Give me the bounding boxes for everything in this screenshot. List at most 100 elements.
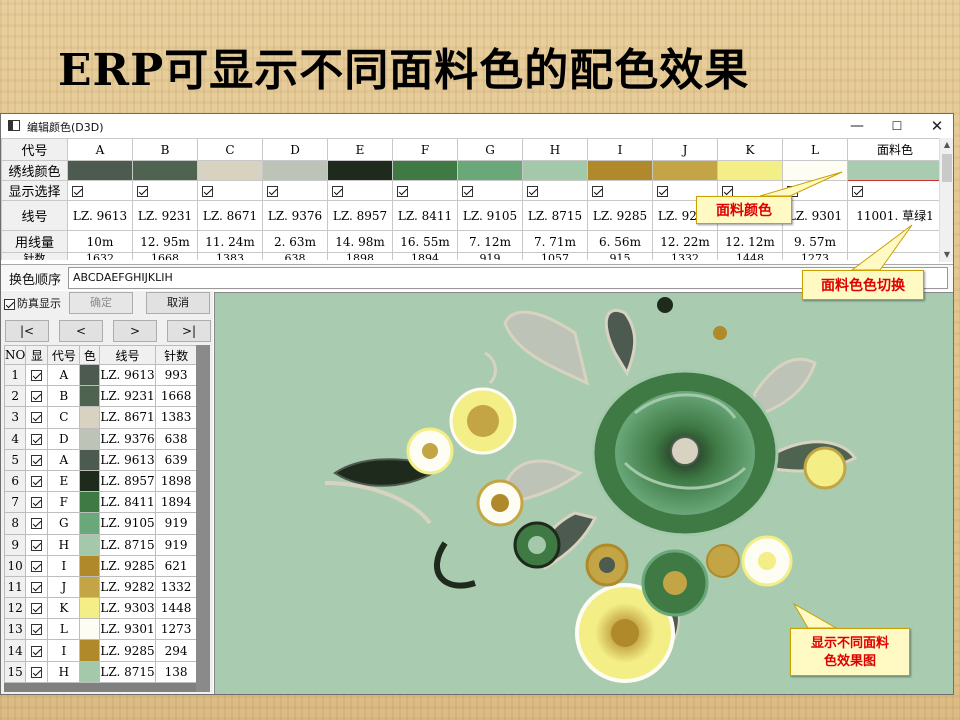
grid-show-checkbox-cell[interactable]: [522, 180, 588, 201]
nav-prev-button[interactable]: <: [59, 320, 103, 342]
table-row[interactable]: 14 I LZ. 9285 294: [3, 639, 198, 662]
checkbox-checked-icon[interactable]: [657, 185, 668, 197]
checkbox-checked-icon[interactable]: [31, 581, 43, 593]
row-show-checkbox-cell[interactable]: [25, 406, 49, 429]
row-show-checkbox-cell[interactable]: [25, 491, 49, 514]
checkbox-checked-icon[interactable]: [787, 185, 798, 197]
table-row[interactable]: 13 L LZ. 9301 1273: [3, 618, 198, 641]
checkbox-checked-icon[interactable]: [31, 391, 43, 403]
maximize-button[interactable]: ☐: [877, 116, 917, 136]
row-color-swatch[interactable]: [79, 469, 101, 493]
checkbox-checked-icon[interactable]: [462, 185, 473, 197]
table-row[interactable]: 3 C LZ. 8671 1383: [3, 406, 198, 429]
grid-thread-cell[interactable]: LZ. 9105: [457, 200, 523, 231]
table-row[interactable]: 2 B LZ. 9231 1668: [3, 385, 198, 408]
simulate-display-checkbox[interactable]: 防真显示: [4, 295, 61, 311]
grid-color-swatch[interactable]: [522, 160, 588, 181]
grid-color-swatch[interactable]: [782, 160, 848, 181]
row-color-swatch[interactable]: [79, 448, 101, 471]
nav-next-button[interactable]: >: [113, 320, 157, 342]
grid-color-swatch[interactable]: [392, 160, 458, 181]
grid-thread-cell[interactable]: LZ. 9231: [132, 200, 198, 231]
row-show-checkbox-cell[interactable]: [25, 639, 49, 662]
row-color-swatch[interactable]: [79, 554, 101, 577]
checkbox-checked-icon[interactable]: [397, 185, 408, 197]
row-show-checkbox-cell[interactable]: [25, 597, 49, 620]
row-show-checkbox-cell[interactable]: [25, 512, 49, 535]
checkbox-checked-icon[interactable]: [137, 185, 148, 197]
row-show-checkbox-cell[interactable]: [25, 385, 49, 408]
checkbox-checked-icon[interactable]: [31, 603, 43, 615]
checkbox-checked-icon[interactable]: [72, 185, 83, 197]
table-row[interactable]: 15 H LZ. 8715 138: [3, 660, 198, 683]
row-show-checkbox-cell[interactable]: [25, 448, 49, 471]
grid-thread-cell[interactable]: LZ. 9301: [782, 200, 848, 231]
checkbox-checked-icon[interactable]: [202, 185, 213, 197]
row-show-checkbox-cell[interactable]: [25, 554, 49, 577]
grid-show-checkbox-cell[interactable]: [132, 180, 198, 201]
checkbox-checked-icon[interactable]: [31, 624, 43, 636]
table-row[interactable]: 9 H LZ. 8715 919: [3, 533, 198, 556]
grid-color-swatch[interactable]: [587, 160, 653, 181]
checkbox-checked-icon[interactable]: [31, 454, 43, 466]
grid-show-checkbox-cell[interactable]: [782, 180, 848, 201]
checkbox-checked-icon[interactable]: [31, 412, 43, 424]
minimize-button[interactable]: —: [837, 116, 877, 136]
grid-show-checkbox-cell[interactable]: [457, 180, 523, 201]
grid-thread-cell[interactable]: LZ. 8957: [327, 200, 393, 231]
checkbox-checked-icon[interactable]: [31, 666, 43, 678]
nav-first-button[interactable]: |<: [5, 320, 49, 342]
grid-fabric-color-swatch[interactable]: [847, 160, 943, 181]
grid-thread-cell[interactable]: LZ. 9285: [587, 200, 653, 231]
grid-vertical-scrollbar[interactable]: ▲ ▼: [939, 138, 953, 262]
grid-color-swatch[interactable]: [132, 160, 198, 181]
row-color-swatch[interactable]: [79, 575, 101, 599]
grid-color-swatch[interactable]: [197, 160, 263, 181]
row-color-swatch[interactable]: [79, 363, 101, 387]
grid-thread-cell[interactable]: LZ. 8671: [197, 200, 263, 231]
row-show-checkbox-cell[interactable]: [25, 427, 49, 450]
checkbox-checked-icon[interactable]: [31, 497, 43, 509]
grid-show-checkbox-cell[interactable]: [262, 180, 328, 201]
grid-color-swatch[interactable]: [67, 160, 133, 181]
checkbox-checked-icon[interactable]: [722, 185, 733, 197]
checkbox-checked-icon[interactable]: [852, 185, 863, 197]
checkbox-checked-icon[interactable]: [31, 539, 43, 551]
grid-show-checkbox-cell[interactable]: [587, 180, 653, 201]
checkbox-checked-icon[interactable]: [31, 560, 43, 572]
row-show-checkbox-cell[interactable]: [25, 533, 49, 556]
checkbox-checked-icon[interactable]: [592, 185, 603, 197]
table-row[interactable]: 6 E LZ. 8957 1898: [3, 469, 198, 493]
checkbox-checked-icon[interactable]: [332, 185, 343, 197]
grid-thread-cell[interactable]: LZ. 8715: [522, 200, 588, 231]
row-show-checkbox-cell[interactable]: [25, 660, 49, 683]
row-color-swatch[interactable]: [79, 512, 101, 535]
table-row[interactable]: 11 J LZ. 9282 1332: [3, 575, 198, 599]
table-row[interactable]: 10 I LZ. 9285 621: [3, 554, 198, 577]
checkbox-checked-icon[interactable]: [31, 476, 43, 488]
scroll-down-icon[interactable]: ▼: [940, 248, 954, 262]
ok-button[interactable]: 确定: [69, 292, 133, 314]
grid-thread-cell[interactable]: LZ. 9613: [67, 200, 133, 231]
row-color-swatch[interactable]: [79, 406, 101, 429]
table-row[interactable]: 5 A LZ. 9613 639: [3, 448, 198, 471]
close-button[interactable]: ✕: [917, 116, 957, 136]
row-show-checkbox-cell[interactable]: [25, 469, 49, 493]
grid-fabric-checkbox-cell[interactable]: [847, 180, 943, 201]
grid-show-checkbox-cell[interactable]: [392, 180, 458, 201]
scroll-up-icon[interactable]: ▲: [940, 138, 954, 152]
checkbox-checked-icon[interactable]: [31, 370, 43, 382]
nav-last-button[interactable]: >|: [167, 320, 211, 342]
row-show-checkbox-cell[interactable]: [25, 618, 49, 641]
table-row[interactable]: 1 A LZ. 9613 993: [3, 363, 198, 387]
checkbox-checked-icon[interactable]: [31, 645, 43, 657]
table-row[interactable]: 7 F LZ. 8411 1894: [3, 491, 198, 514]
row-color-swatch[interactable]: [79, 639, 101, 662]
checkbox-checked-icon[interactable]: [527, 185, 538, 197]
grid-thread-cell[interactable]: LZ. 8411: [392, 200, 458, 231]
row-show-checkbox-cell[interactable]: [25, 363, 49, 387]
scroll-thumb[interactable]: [942, 154, 952, 182]
row-color-swatch[interactable]: [79, 491, 101, 514]
row-color-swatch[interactable]: [79, 533, 101, 556]
list-scrollbar[interactable]: [196, 345, 210, 692]
